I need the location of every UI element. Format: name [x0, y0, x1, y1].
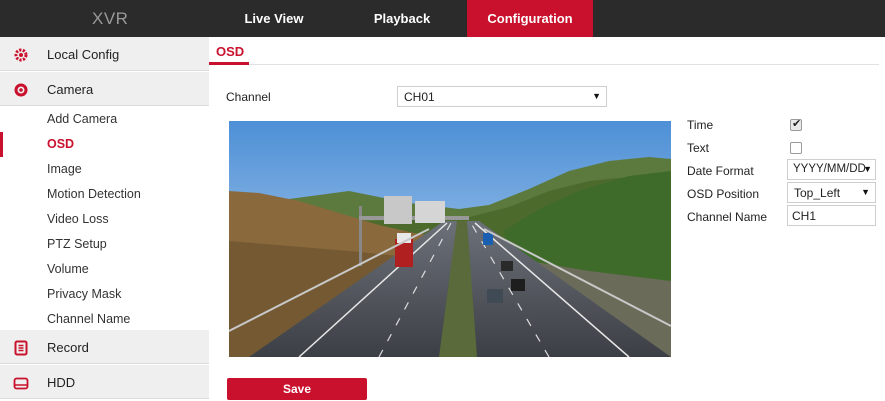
save-button[interactable]: Save — [227, 378, 367, 400]
sidebar-item-label: Video Loss — [47, 212, 109, 226]
text-label: Text — [687, 141, 710, 155]
channel-name-input[interactable] — [787, 205, 876, 226]
chevron-down-icon: ▼ — [861, 187, 870, 197]
sidebar-item-image[interactable]: Image — [0, 157, 209, 182]
sidebar-item-osd[interactable]: OSD — [0, 132, 209, 157]
channel-select-value: CH01 — [404, 90, 435, 104]
time-label: Time — [687, 118, 714, 132]
sidebar-item-label: Volume — [47, 262, 89, 276]
video-preview — [229, 121, 671, 357]
sidebar-item-label: Privacy Mask — [47, 287, 122, 301]
sidebar-group-label: Record — [47, 340, 89, 355]
record-icon — [13, 340, 29, 356]
time-checkbox[interactable]: ✔ — [790, 118, 802, 131]
channel-label: Channel — [226, 90, 271, 104]
sidebar-group-local-config[interactable]: Local Config — [0, 37, 209, 71]
osd-position-value: Top_Left — [794, 186, 841, 200]
camera-icon — [13, 82, 29, 98]
date-format-select[interactable]: YYYY/MM/DD ▼ — [787, 159, 876, 180]
tab-configuration[interactable]: Configuration — [467, 0, 593, 37]
sidebar-item-label: Add Camera — [47, 112, 118, 126]
osd-position-select[interactable]: Top_Left ▼ — [787, 182, 876, 203]
sidebar-item-privacy-mask[interactable]: Privacy Mask — [0, 282, 209, 307]
tab-live-view[interactable]: Live View — [213, 0, 335, 37]
text-checkbox[interactable] — [790, 142, 802, 154]
sidebar-group-label: Camera — [47, 82, 94, 97]
sidebar-group-record[interactable]: Record — [0, 330, 209, 364]
date-format-value: YYYY/MM/DD — [793, 163, 866, 175]
sidebar-item-label: PTZ Setup — [47, 237, 107, 251]
sidebar-item-volume[interactable]: Volume — [0, 257, 209, 282]
title-divider — [209, 64, 879, 65]
sidebar-group-camera[interactable]: Camera — [0, 72, 209, 106]
sidebar-group-hdd[interactable]: HDD — [0, 365, 209, 399]
sidebar-item-label: Motion Detection — [47, 187, 141, 201]
gear-icon — [13, 47, 29, 63]
sidebar-item-motion-detection[interactable]: Motion Detection — [0, 182, 209, 207]
osd-position-label: OSD Position — [687, 187, 760, 201]
chevron-down-icon: ▼ — [592, 91, 601, 101]
sidebar-item-add-camera[interactable]: Add Camera — [0, 107, 209, 132]
top-nav-bar: XVR Live View Playback Configuration — [0, 0, 885, 37]
channel-name-label: Channel Name — [687, 210, 768, 224]
date-format-label: Date Format — [687, 164, 754, 178]
sidebar-item-video-loss[interactable]: Video Loss — [0, 207, 209, 232]
sidebar-group-label: HDD — [47, 375, 76, 390]
sidebar-item-channel-name[interactable]: Channel Name — [0, 307, 209, 332]
chevron-down-icon: ▼ — [863, 164, 872, 174]
app-logo: XVR — [92, 9, 129, 28]
channel-select[interactable]: CH01 ▼ — [397, 86, 607, 107]
title-underline — [209, 62, 249, 65]
sidebar-item-label: Image — [47, 162, 82, 176]
sidebar-item-ptz-setup[interactable]: PTZ Setup — [0, 232, 209, 257]
sidebar-item-label: Channel Name — [47, 312, 131, 326]
sidebar: Local Config Camera Add Camera OSD Image… — [0, 37, 209, 401]
page-title: OSD — [216, 44, 245, 59]
hdd-icon — [13, 375, 29, 391]
sidebar-group-label: Local Config — [47, 47, 120, 62]
tab-playback[interactable]: Playback — [338, 0, 466, 37]
sidebar-item-label: OSD — [47, 137, 75, 151]
check-icon: ✔ — [792, 118, 802, 130]
